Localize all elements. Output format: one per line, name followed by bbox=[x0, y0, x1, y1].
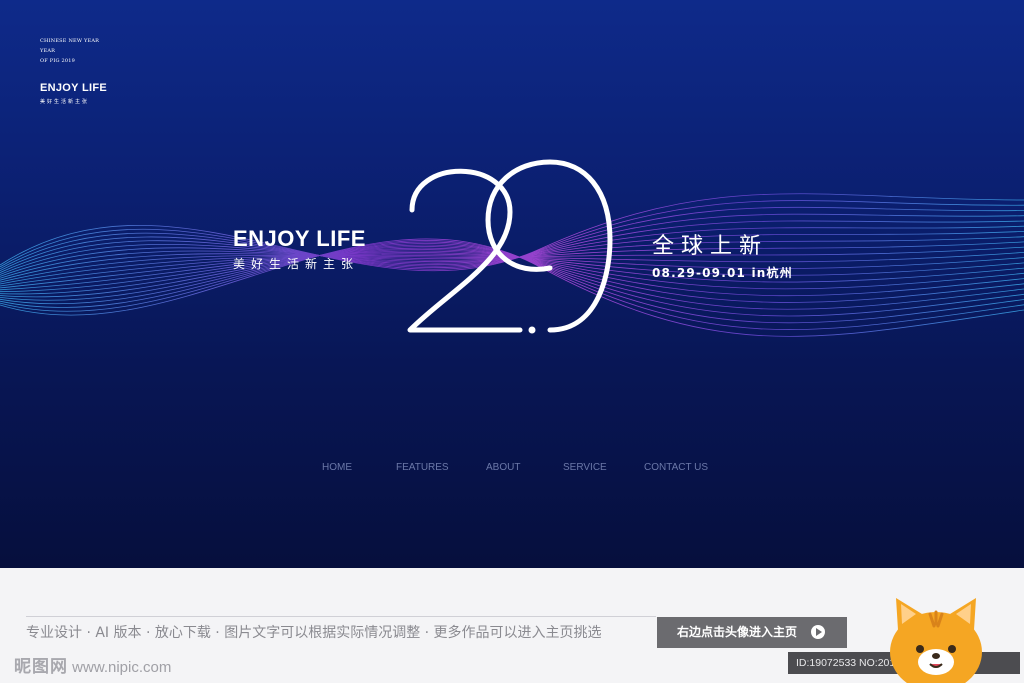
hero-subtitle: 美好生活新主张 bbox=[233, 257, 360, 271]
corner-subtitle: 美好生活新主张 bbox=[40, 99, 90, 105]
hero-title: ENJOY LIFE bbox=[233, 226, 366, 251]
corner-brand-block: CHINESE NEW YEAR YEAR OF PIG 2019 ENJOY … bbox=[40, 36, 107, 105]
corner-line-1: CHINESE NEW YEAR bbox=[40, 38, 100, 44]
cat-avatar-icon[interactable] bbox=[886, 594, 986, 683]
nav-features[interactable]: FEATURES bbox=[396, 462, 449, 473]
corner-line-3: OF PIG 2019 bbox=[40, 58, 76, 64]
nav-contact-us[interactable]: CONTACT US bbox=[644, 462, 708, 473]
nav-service[interactable]: SERVICE bbox=[563, 462, 607, 473]
enter-homepage-button[interactable]: 右边点击头像进入主页 bbox=[657, 617, 847, 648]
main-nav: HOME FEATURES ABOUT SERVICE CONTACT US bbox=[0, 462, 1024, 478]
watermark: 昵图网 www.nipic.com bbox=[14, 652, 171, 677]
footer-tagline: 专业设计 · AI 版本 · 放心下载 · 图片文字可以根据实际情况调整 · 更… bbox=[26, 616, 656, 649]
hero-banner: CHINESE NEW YEAR YEAR OF PIG 2019 ENJOY … bbox=[0, 0, 1024, 568]
event-headline: 全球上新 bbox=[652, 234, 769, 259]
watermark-logo: 昵图网 bbox=[14, 657, 68, 676]
hero-title-block: ENJOY LIFE 美好生活新主张 bbox=[233, 226, 366, 272]
watermark-url: www.nipic.com bbox=[72, 659, 172, 676]
cta-label: 右边点击头像进入主页 bbox=[677, 625, 798, 639]
event-dates: 08.29-09.01 in杭州 bbox=[652, 266, 793, 280]
corner-line-2: YEAR bbox=[40, 48, 56, 54]
nav-about[interactable]: ABOUT bbox=[486, 462, 520, 473]
event-info-block: 全球上新 08.29-09.01 in杭州 bbox=[652, 228, 793, 281]
nav-home[interactable]: HOME bbox=[322, 462, 352, 473]
play-circle-icon bbox=[811, 625, 825, 639]
big-number-29 bbox=[407, 159, 613, 334]
corner-brand: ENJOY LIFE bbox=[40, 82, 107, 94]
